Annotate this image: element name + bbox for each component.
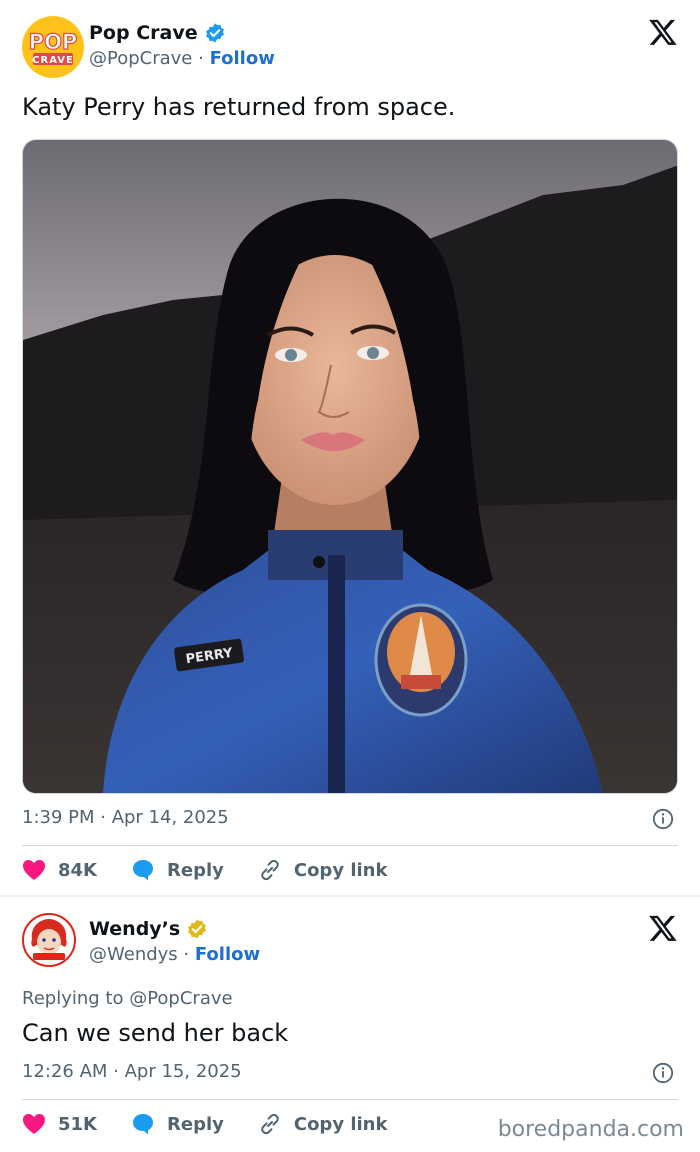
divider: [22, 1099, 678, 1100]
tweet-card-wendys: Wendy’s @Wendys · Follow Replying to @Po…: [0, 897, 700, 1152]
avatar-pop-text: POP: [29, 30, 78, 54]
reply-bubble-icon: [133, 1114, 153, 1135]
verified-badge-icon: [188, 919, 207, 939]
author-handle-row: @Wendys · Follow: [89, 944, 260, 965]
like-button[interactable]: 84K: [22, 859, 97, 881]
follow-button[interactable]: Follow: [210, 48, 275, 69]
tweet-text: Can we send her back: [22, 1019, 289, 1047]
like-count: 51K: [58, 1113, 97, 1135]
author-handle[interactable]: @PopCrave: [89, 48, 192, 69]
avatar-crave-text: CRAVE: [32, 55, 74, 66]
reply-button[interactable]: Reply: [131, 1112, 224, 1136]
copy-link-label: Copy link: [293, 1113, 388, 1135]
author-name-row: Pop Crave: [89, 22, 226, 44]
reply-bubble-icon: [133, 860, 153, 881]
x-logo-icon[interactable]: [648, 17, 678, 47]
author-handle-row: @PopCrave · Follow: [89, 48, 275, 69]
reply-button[interactable]: Reply: [131, 858, 224, 882]
verified-badge-icon: [205, 23, 224, 43]
reply-label: Reply: [167, 1113, 224, 1135]
tweet-card-popcrave: POP CRAVE Pop Crave @PopCrave · Follow K…: [0, 0, 700, 895]
info-icon[interactable]: [652, 808, 674, 830]
info-icon[interactable]: [652, 1062, 674, 1084]
wendys-avatar[interactable]: [22, 913, 76, 967]
action-bar: 51K Reply Copy link: [22, 1112, 421, 1136]
like-count: 84K: [58, 859, 97, 881]
watermark: boredpanda.com: [497, 1117, 684, 1142]
dot-separator: ·: [177, 944, 195, 965]
divider: [22, 845, 678, 846]
action-bar: 84K Reply Copy link: [22, 858, 421, 882]
tweet-timestamp[interactable]: 1:39 PM · Apr 14, 2025: [22, 807, 229, 828]
heart-icon: [23, 1114, 45, 1134]
popcrave-avatar[interactable]: POP CRAVE: [22, 16, 84, 78]
copy-link-button[interactable]: Copy link: [258, 1112, 388, 1136]
copy-link-label: Copy link: [293, 859, 388, 881]
follow-button[interactable]: Follow: [195, 944, 260, 965]
copy-link-button[interactable]: Copy link: [258, 858, 388, 882]
link-icon: [261, 859, 279, 881]
author-name-row: Wendy’s: [89, 918, 208, 940]
tweet-text: Katy Perry has returned from space.: [22, 93, 456, 121]
heart-icon: [23, 860, 45, 880]
author-name[interactable]: Wendy’s: [89, 918, 180, 940]
replying-to[interactable]: Replying to @PopCrave: [22, 988, 233, 1009]
reply-label: Reply: [167, 859, 224, 881]
link-icon: [261, 1113, 279, 1135]
like-button[interactable]: 51K: [22, 1113, 97, 1135]
dot-separator: ·: [192, 48, 210, 69]
tweet-timestamp[interactable]: 12:26 AM · Apr 15, 2025: [22, 1061, 242, 1082]
x-logo-icon[interactable]: [648, 913, 678, 943]
author-handle[interactable]: @Wendys: [89, 944, 178, 965]
author-name[interactable]: Pop Crave: [89, 22, 198, 44]
tweet-photo[interactable]: PERRY: [22, 139, 678, 794]
